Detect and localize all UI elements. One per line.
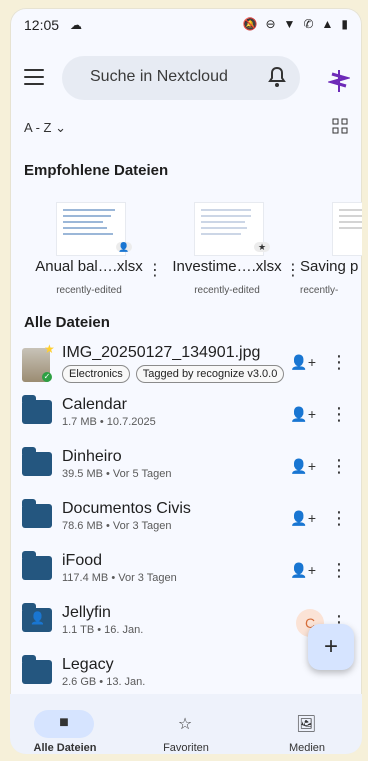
- folder-icon: [22, 551, 52, 582]
- file-meta: 78.6 MB • Vor 3 Tagen: [62, 520, 172, 532]
- file-meta: 39.5 MB • Vor 5 Tagen: [62, 468, 172, 480]
- grid-view-icon[interactable]: [332, 118, 348, 134]
- recommended-meta: recently-: [300, 285, 339, 296]
- file-title: Documentos Civis: [62, 500, 191, 517]
- dnd-icon: ⊖: [265, 17, 276, 31]
- tag-list: Electronics Tagged by recognize v3.0.0: [62, 365, 285, 383]
- mute-icon: 🔕: [242, 17, 258, 31]
- star-icon: ☆: [177, 716, 193, 733]
- share-user-icon[interactable]: 👤+: [290, 458, 316, 475]
- file-meta: 117.4 MB • Vor 3 Tagen: [62, 572, 177, 584]
- nav-all-files[interactable]: ■ Alle Dateien: [10, 700, 120, 754]
- add-button[interactable]: +: [308, 624, 354, 670]
- folder-icon: [22, 499, 52, 530]
- signal-icon: ▲: [321, 17, 334, 31]
- more-vert-icon[interactable]: ⋮: [330, 352, 348, 373]
- recommended-item[interactable]: 👤 Anual bal….xlsx recently-edited ⋮: [24, 194, 164, 314]
- status-bar: 12:05 ☁ 🔕 ⊖ ▼ ✆ ▲ ▮: [10, 8, 362, 40]
- search-header: Suche in Nextcloud: [10, 50, 362, 106]
- sort-label: A - Z: [24, 120, 52, 135]
- search-placeholder: Suche in Nextcloud: [90, 68, 228, 85]
- chevron-down-icon: ⌄: [55, 120, 66, 135]
- file-meta: 2.6 GB • 13. Jan.: [62, 676, 146, 688]
- nextcloud-logo-icon[interactable]: [326, 68, 352, 94]
- bottom-navigation: ■ Alle Dateien ☆ Favoriten 🖼 Medien: [10, 694, 362, 754]
- share-icon[interactable]: ★: [254, 242, 270, 252]
- folder-icon: [22, 395, 52, 426]
- file-title: Calendar: [62, 396, 127, 413]
- files-title: Alle Dateien: [24, 314, 110, 331]
- sort-dropdown[interactable]: A - Z ⌄: [24, 120, 66, 136]
- image-thumbnail-icon: ★ ✓: [22, 342, 55, 382]
- more-vert-icon[interactable]: ⋮: [330, 404, 348, 425]
- file-title: iFood: [62, 552, 103, 569]
- recommended-meta: recently-edited: [194, 285, 260, 296]
- file-row[interactable]: ★ ✓ IMG_20250127_134901.jpg Electronics …: [10, 338, 362, 390]
- file-row[interactable]: Dinheiro 39.5 MB • Vor 5 Tagen 👤+ ⋮: [10, 442, 362, 494]
- nav-favorites[interactable]: ☆ Favoriten: [131, 700, 241, 754]
- bell-icon[interactable]: [268, 66, 286, 88]
- wifi-icon: ▼: [283, 17, 296, 31]
- folder-icon: [22, 447, 52, 478]
- app-screen: 12:05 ☁ 🔕 ⊖ ▼ ✆ ▲ ▮ Suche in Nextcloud A…: [10, 8, 362, 754]
- folder-icon: [22, 655, 52, 686]
- file-row[interactable]: Documentos Civis 78.6 MB • Vor 3 Tagen 👤…: [10, 494, 362, 546]
- recommended-item[interactable]: Saving p recently-: [300, 194, 362, 314]
- battery-icon: ▮: [341, 17, 348, 31]
- nav-label: Alle Dateien: [33, 742, 97, 754]
- favorite-star-icon: ★: [44, 342, 55, 356]
- file-row[interactable]: Calendar 1.7 MB • 10.7.2025 👤+ ⋮: [10, 390, 362, 442]
- shared-folder-icon: 👤: [22, 603, 52, 634]
- status-time: 12:05: [24, 17, 60, 33]
- file-title: Jellyfin: [62, 604, 111, 621]
- menu-icon[interactable]: [24, 64, 44, 86]
- file-title: IMG_20250127_134901.jpg: [62, 344, 261, 361]
- more-vert-icon[interactable]: ⋮: [330, 508, 348, 529]
- cloud-icon: ☁: [70, 18, 82, 32]
- sync-check-icon: ✓: [42, 372, 52, 382]
- tag: Tagged by recognize v3.0.0: [135, 365, 285, 383]
- call-icon: ✆: [303, 17, 314, 31]
- nav-media[interactable]: 🖼 Medien: [252, 700, 362, 754]
- file-meta: 1.7 MB • 10.7.2025: [62, 416, 156, 428]
- share-user-icon[interactable]: 👤+: [290, 354, 316, 371]
- file-title: Legacy: [62, 656, 114, 673]
- recommended-title: Empfohlene Dateien: [24, 162, 169, 179]
- recommended-name: Investime….xlsx: [172, 258, 282, 275]
- folder-icon: ■: [59, 714, 69, 731]
- recommended-name: Saving p: [300, 258, 359, 275]
- tag: Electronics: [62, 365, 130, 383]
- file-title: Dinheiro: [62, 448, 122, 465]
- recommended-item[interactable]: ★ Investime….xlsx recently-edited ⋮: [162, 194, 302, 314]
- image-icon: 🖼: [296, 716, 317, 733]
- nav-label: Favoriten: [163, 742, 209, 754]
- share-icon[interactable]: 👤: [116, 242, 132, 252]
- file-thumbnail: [332, 202, 362, 256]
- share-user-icon[interactable]: 👤+: [290, 406, 316, 423]
- status-icons: 🔕 ⊖ ▼ ✆ ▲ ▮: [243, 17, 348, 31]
- more-vert-icon[interactable]: ⋮: [285, 260, 301, 280]
- file-row[interactable]: iFood 117.4 MB • Vor 3 Tagen 👤+ ⋮: [10, 546, 362, 598]
- file-meta: 1.1 TB • 16. Jan.: [62, 624, 144, 636]
- share-user-icon[interactable]: 👤+: [290, 562, 316, 579]
- share-user-icon[interactable]: 👤+: [290, 510, 316, 527]
- nav-label: Medien: [288, 742, 326, 754]
- search-input[interactable]: Suche in Nextcloud: [62, 56, 300, 100]
- more-vert-icon[interactable]: ⋮: [147, 260, 163, 280]
- more-vert-icon[interactable]: ⋮: [330, 456, 348, 477]
- recommended-meta: recently-edited: [56, 285, 122, 296]
- recommended-name: Anual bal….xlsx: [35, 258, 143, 275]
- more-vert-icon[interactable]: ⋮: [330, 560, 348, 581]
